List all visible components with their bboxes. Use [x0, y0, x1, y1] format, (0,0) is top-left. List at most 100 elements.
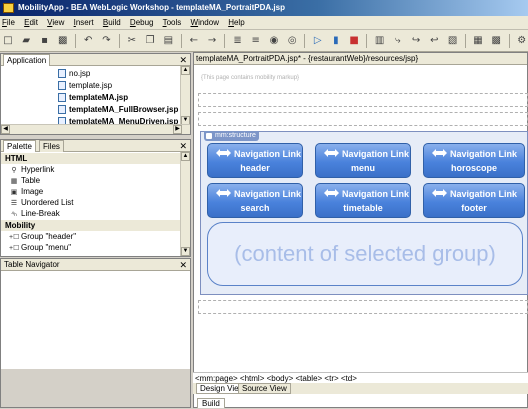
- palette-item-unordered-list[interactable]: ☰ Unordered List: [9, 197, 74, 208]
- file-item[interactable]: no.jsp: [58, 68, 90, 80]
- forward-icon[interactable]: →: [205, 34, 219, 48]
- structure-label: mm:structure: [204, 131, 259, 141]
- step-over-icon[interactable]: ↪: [409, 34, 423, 48]
- nav-link-timetable[interactable]: Navigation Link timetable: [315, 183, 411, 218]
- indent-icon[interactable]: ≣: [231, 34, 245, 48]
- debug-icon[interactable]: ◉: [267, 34, 281, 48]
- toolbar: □ ▰ ▪ ▩ ↶ ↷ ✂ ❐ ▤ ← → ≣ ≡ ◉ ◎ ▷ ▮ ■ ▥ ⤷ …: [0, 30, 528, 52]
- tab-source-view[interactable]: Source View: [238, 383, 291, 394]
- arrow-icon: [216, 189, 231, 197]
- palette-item-group-header[interactable]: +☐ Group "header": [9, 231, 76, 242]
- back-icon[interactable]: ←: [187, 34, 201, 48]
- save-icon[interactable]: ▪: [37, 34, 51, 48]
- dashed-region: [198, 93, 528, 107]
- nav-link-target: timetable: [343, 203, 383, 213]
- close-icon[interactable]: ✕: [179, 140, 187, 152]
- pause-icon[interactable]: ▮: [329, 34, 343, 48]
- palette-section-html[interactable]: HTML: [1, 153, 180, 164]
- tab-build[interactable]: Build: [197, 398, 225, 408]
- undo-icon[interactable]: ↶: [81, 34, 95, 48]
- build-icon[interactable]: ⚙: [515, 34, 528, 48]
- palette-item-hyperlink[interactable]: ⚲ Hyperlink: [9, 164, 54, 175]
- menu-insert[interactable]: Insert: [74, 18, 94, 27]
- arrow-icon: [324, 149, 339, 157]
- menu-bar: File Edit View Insert Build Debug Tools …: [0, 16, 528, 30]
- outdent-icon[interactable]: ≡: [249, 34, 263, 48]
- stop-icon[interactable]: ■: [347, 34, 361, 48]
- nav-link-horoscope[interactable]: Navigation Link horoscope: [423, 143, 525, 178]
- nav-link-header[interactable]: Navigation Link header: [207, 143, 303, 178]
- content-placeholder[interactable]: (content of selected group): [207, 222, 523, 286]
- jsp-file-icon: [58, 105, 66, 115]
- close-icon[interactable]: ✕: [179, 54, 187, 66]
- file-item[interactable]: templateMA.jsp: [58, 92, 128, 104]
- scroll-up-icon[interactable]: ▲: [181, 152, 190, 161]
- menu-build[interactable]: Build: [103, 18, 121, 27]
- run-icon[interactable]: ▷: [311, 34, 325, 48]
- cut-icon[interactable]: ✂: [125, 34, 139, 48]
- jsp-file-icon: [58, 93, 66, 103]
- vertical-scrollbar[interactable]: ▲ ▼: [180, 152, 190, 256]
- view-tabs: Design View Source View: [193, 383, 528, 394]
- menu-tools[interactable]: Tools: [163, 18, 182, 27]
- toolbar-separator: [304, 34, 306, 48]
- toolbar-separator: [118, 34, 120, 48]
- palette-item-label: Unordered List: [21, 198, 74, 207]
- copy-icon[interactable]: ❐: [143, 34, 157, 48]
- breakpoint-icon[interactable]: ▧: [446, 34, 460, 48]
- file-item[interactable]: template.jsp: [58, 80, 112, 92]
- nav-link-target: horoscope: [450, 163, 497, 173]
- arrow-icon: [216, 149, 231, 157]
- nav-link-label: Navigation Link: [450, 189, 518, 199]
- menu-help[interactable]: Help: [228, 18, 244, 27]
- arrow-icon: [432, 189, 447, 197]
- editor-file-tab[interactable]: templateMA_PortraitPDA.jsp* - {restauran…: [194, 53, 527, 65]
- palette-item-image[interactable]: ▣ Image: [9, 186, 44, 197]
- palette-item-label: Group "header": [21, 232, 77, 241]
- tab-palette[interactable]: Palette: [3, 140, 36, 152]
- paste-icon[interactable]: ▤: [161, 34, 175, 48]
- scroll-left-icon[interactable]: ◀: [1, 125, 10, 134]
- tab-files[interactable]: Files: [39, 140, 64, 152]
- menu-window[interactable]: Window: [191, 18, 219, 27]
- menu-edit[interactable]: Edit: [24, 18, 38, 27]
- palette-item-table[interactable]: ▦ Table: [9, 175, 40, 186]
- deploy-icon[interactable]: ◎: [285, 34, 299, 48]
- grid-icon[interactable]: ▩: [489, 34, 503, 48]
- tab-application[interactable]: Application: [3, 54, 51, 66]
- scroll-right-icon[interactable]: ▶: [173, 125, 182, 134]
- palette-item-line-break[interactable]: ⁴ₕ Line-Break: [9, 208, 60, 219]
- structure-icon: [206, 133, 212, 139]
- nav-link-search[interactable]: Navigation Link search: [207, 183, 303, 218]
- menu-debug[interactable]: Debug: [130, 18, 154, 27]
- palette-section-mobility[interactable]: Mobility: [1, 220, 180, 231]
- palette-item-group-menu[interactable]: +☐ Group "menu": [9, 242, 71, 253]
- step-into-icon[interactable]: ⤷: [391, 34, 405, 48]
- redo-icon[interactable]: ↷: [99, 34, 113, 48]
- palette-item-label: Hyperlink: [21, 165, 55, 174]
- nav-link-target: header: [240, 163, 270, 173]
- tag-breadcrumb[interactable]: <mm:page> <html> <body> <table> <tr> <td…: [193, 372, 528, 383]
- vertical-scrollbar[interactable]: ▲ ▼: [180, 66, 190, 125]
- nav-link-footer[interactable]: Navigation Link footer: [423, 183, 525, 218]
- menu-file[interactable]: File: [2, 18, 15, 27]
- scroll-down-icon[interactable]: ▼: [181, 247, 190, 256]
- nav-link-menu[interactable]: Navigation Link menu: [315, 143, 411, 178]
- scroll-up-icon[interactable]: ▲: [181, 66, 190, 75]
- nav-link-label: Navigation Link: [234, 189, 302, 199]
- step-icon[interactable]: ▥: [373, 34, 387, 48]
- layout-icon[interactable]: ▦: [471, 34, 485, 48]
- file-item[interactable]: templateMA_FullBrowser.jsp: [58, 104, 178, 116]
- toolbar-separator: [508, 34, 510, 48]
- step-out-icon[interactable]: ↩: [427, 34, 441, 48]
- dashed-region: [198, 300, 528, 314]
- table-navigator-panel: Table Navigator ✕: [0, 258, 191, 408]
- toolbar-separator: [74, 34, 76, 48]
- save-all-icon[interactable]: ▩: [56, 34, 70, 48]
- horizontal-scrollbar[interactable]: ◀ ▶: [1, 124, 190, 134]
- open-folder-icon[interactable]: ▰: [19, 34, 33, 48]
- new-file-icon[interactable]: □: [1, 34, 15, 48]
- menu-view[interactable]: View: [47, 18, 64, 27]
- nav-link-label: Navigation Link: [342, 189, 410, 199]
- close-icon[interactable]: ✕: [179, 259, 187, 271]
